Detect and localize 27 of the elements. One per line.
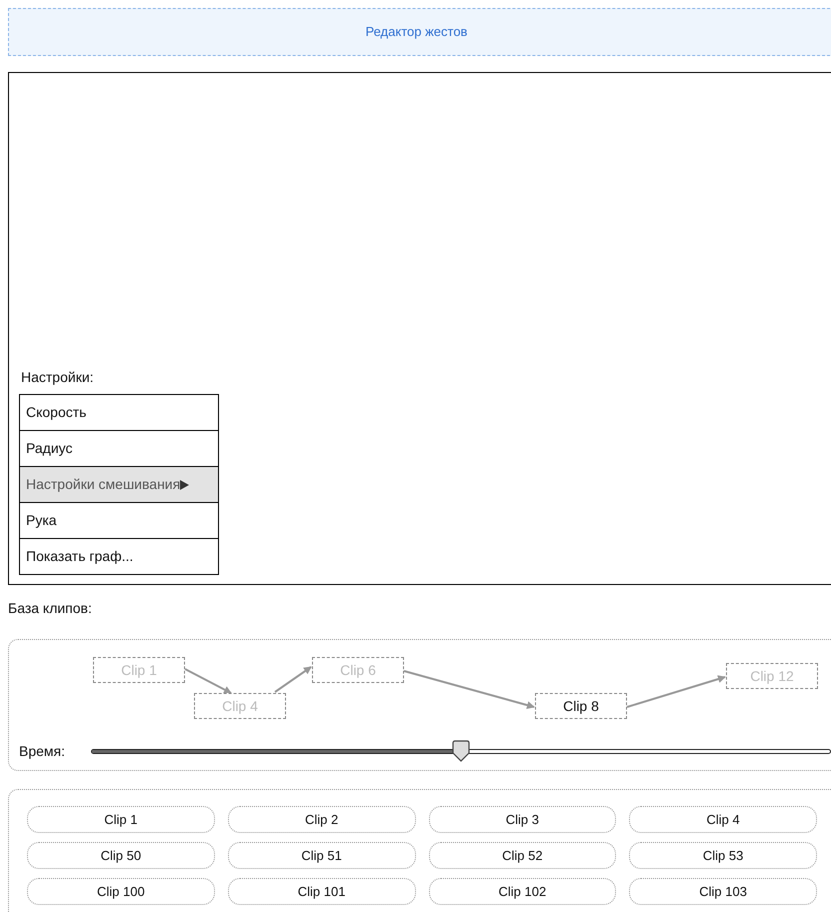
clip-button[interactable]: Clip 4 [629,806,817,833]
clip-button[interactable]: Clip 53 [629,842,817,869]
graph-arrow [274,666,312,693]
clip-button[interactable]: Clip 102 [428,878,616,905]
clip-button[interactable]: Clip 52 [428,842,616,869]
settings-menu-item[interactable]: Скорость [19,394,219,431]
graph-node[interactable]: Clip 8 [535,693,627,719]
clip-button[interactable]: Clip 100 [27,878,215,905]
time-label: Время: [19,742,66,761]
settings-label: Настройки: [21,368,95,387]
submenu-arrow-icon [180,480,190,490]
clip-base-label: База клипов: [8,600,92,616]
clip-button[interactable]: Clip 103 [629,878,817,905]
clip-button[interactable]: Clip 51 [228,842,416,869]
settings-menu-item[interactable]: Радиус [19,430,219,467]
clip-button[interactable]: Clip 50 [27,842,215,869]
graph-arrow [184,668,232,694]
clip-button[interactable]: Clip 2 [228,806,416,833]
settings-menu-item[interactable]: Рука [19,502,219,539]
slider-thumb[interactable] [451,740,471,762]
header-title: Редактор жестов [366,23,468,42]
settings-menu-item[interactable]: Показать граф... [19,538,219,575]
clip-button[interactable]: Clip 1 [27,806,215,833]
clip-button[interactable]: Clip 3 [428,806,616,833]
settings-menu-item[interactable]: Настройки смешивания [19,466,219,503]
clip-button[interactable]: Clip 101 [228,878,416,905]
time-slider[interactable] [91,742,831,760]
